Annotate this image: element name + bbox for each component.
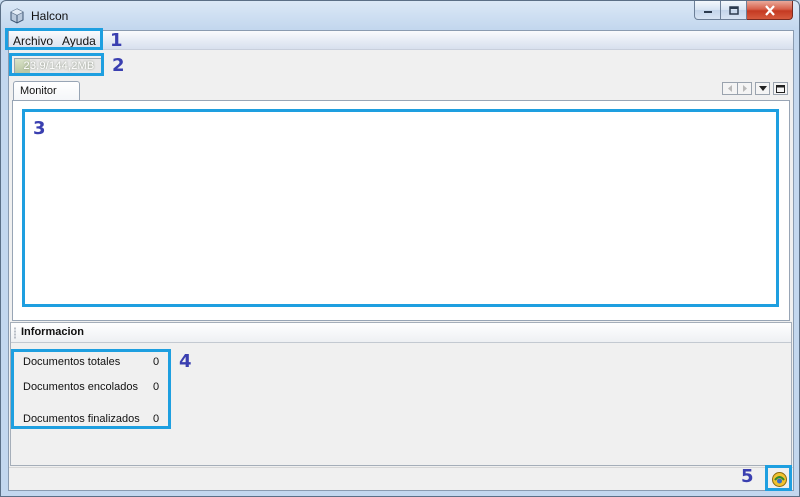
maximize-panel-button[interactable] (773, 82, 788, 95)
annotation-box-3 (22, 109, 779, 307)
annotation-number-4: 4 (179, 351, 192, 372)
annotation-box-2 (9, 53, 104, 76)
tab-monitor-label: Monitor (20, 85, 57, 97)
annotation-number-1: 1 (110, 30, 123, 51)
maximize-icon (728, 5, 739, 15)
tab-list-dropdown-button[interactable] (755, 82, 770, 95)
close-button[interactable] (747, 1, 793, 20)
tab-monitor[interactable]: Monitor (13, 81, 80, 101)
caption-buttons (694, 1, 793, 21)
menu-bar: Archivo Ayuda (9, 31, 793, 50)
annotation-box-4 (11, 349, 171, 429)
window-title: Halcon (31, 9, 69, 23)
minimize-icon (703, 11, 712, 13)
status-bar (9, 467, 793, 490)
title-bar[interactable]: Halcon (1, 1, 799, 30)
annotation-number-5: 5 (741, 466, 754, 487)
scroll-right-icon (742, 85, 747, 92)
maximize-button[interactable] (721, 1, 747, 20)
maximize-panel-icon (776, 84, 785, 93)
minimize-button[interactable] (694, 1, 721, 20)
scroll-tabs-right-button[interactable] (737, 82, 752, 95)
close-icon (764, 4, 775, 16)
tab-controls (722, 82, 788, 95)
scroll-left-icon (728, 85, 732, 92)
scroll-tabs-left-button[interactable] (722, 82, 737, 95)
annotation-box-1 (5, 28, 103, 50)
dropdown-icon (758, 86, 767, 91)
info-title: Informacion (21, 326, 84, 338)
annotation-box-5 (765, 465, 792, 491)
annotation-number-2: 2 (112, 55, 125, 76)
drag-grip-icon[interactable] (14, 327, 16, 339)
annotation-number-3: 3 (33, 118, 46, 139)
info-header[interactable]: Informacion (11, 323, 791, 343)
cube-icon (10, 8, 24, 24)
